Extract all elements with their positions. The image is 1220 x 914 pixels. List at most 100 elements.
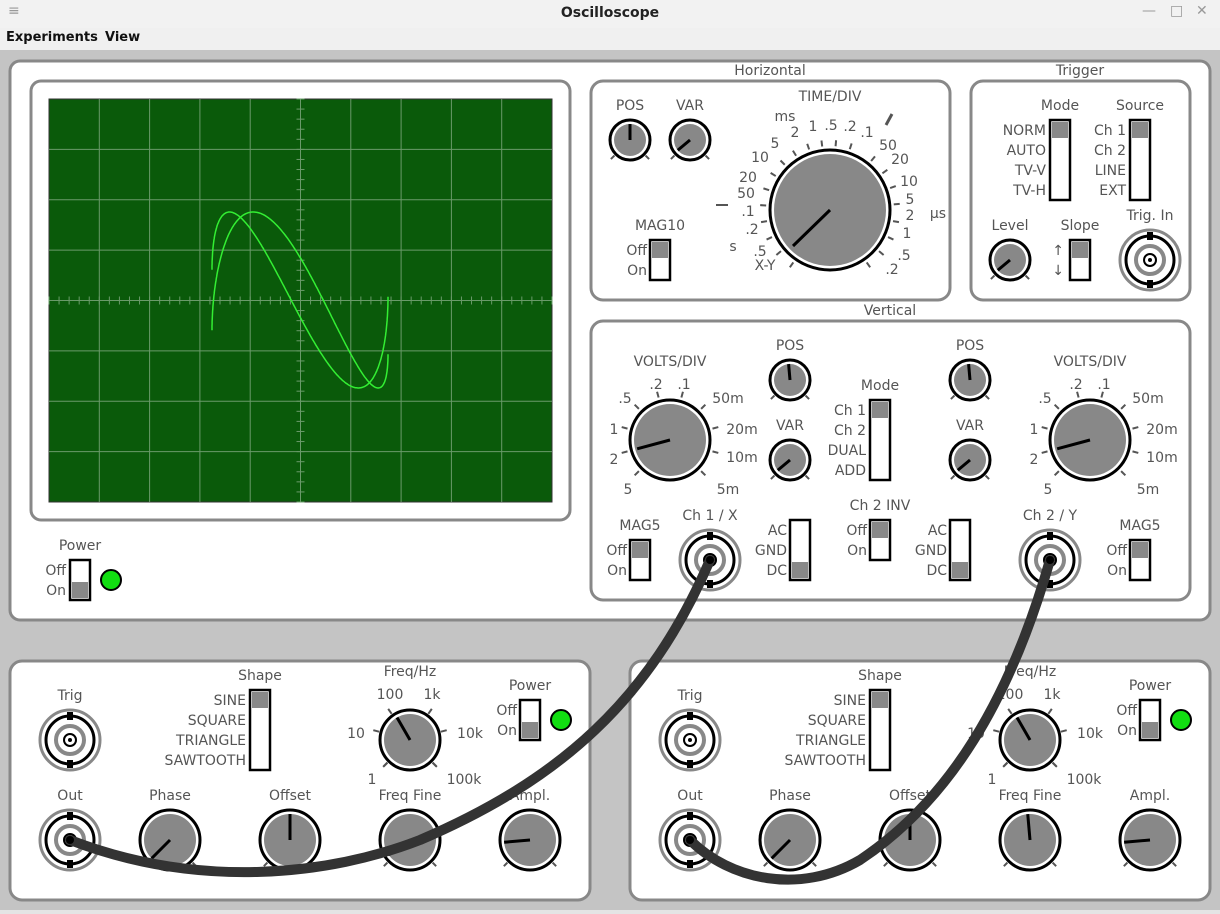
ch1-volts-div-label: VOLTS/DIV xyxy=(634,354,707,370)
gen-freq-tick: 1 xyxy=(988,772,997,788)
gen-ampl-knob[interactable] xyxy=(1120,810,1180,870)
gen-ampl-label: Ampl. xyxy=(1130,788,1170,804)
trig-in-connector[interactable] xyxy=(1120,230,1180,290)
ch1-var-knob[interactable] xyxy=(770,440,810,480)
trigger-mode-switch[interactable] xyxy=(1050,120,1070,200)
trig-in-label: Trig. In xyxy=(1126,208,1174,224)
vertical-mode-label: Mode xyxy=(861,378,899,394)
trigger-source-switch[interactable] xyxy=(1130,120,1150,200)
time-div-tick: 10 xyxy=(900,174,918,190)
gen-freq-knob[interactable] xyxy=(380,710,440,770)
ch1-plug xyxy=(706,556,714,564)
trigger-title: Trigger xyxy=(1055,63,1105,79)
gen-power-switch[interactable] xyxy=(520,700,540,740)
power-on-label: On xyxy=(46,583,66,599)
gen-freq-tick: 100 xyxy=(377,687,404,703)
gen-trig-connector[interactable] xyxy=(660,710,720,770)
gen-shape-option: SQUARE xyxy=(188,713,246,729)
trigger-mode-option: TV-V xyxy=(1014,163,1047,179)
gen-shape-option: SINE xyxy=(214,693,246,709)
gen-offset-knob[interactable] xyxy=(260,810,320,870)
vertical-title: Vertical xyxy=(864,303,916,319)
gen-freq-tick: 10 xyxy=(347,726,365,742)
gen-trig-connector[interactable] xyxy=(40,710,100,770)
gen-freq-fine-knob[interactable] xyxy=(1000,810,1060,870)
ch2-pos-knob[interactable] xyxy=(950,360,990,400)
maximize-icon[interactable]: □ xyxy=(1170,3,1183,19)
time-div-tick: .1 xyxy=(741,204,754,220)
window-title: Oscilloscope xyxy=(0,5,1220,21)
gen2-out-plug xyxy=(686,836,694,844)
gen-freq-knob[interactable] xyxy=(1000,710,1060,770)
trigger-source-label: Source xyxy=(1116,98,1164,114)
time-div-tick: .5 xyxy=(753,244,766,260)
ch1-pos-label: POS xyxy=(776,338,804,354)
ch1-coupling-option: AC xyxy=(768,523,787,539)
time-div-tick: 20 xyxy=(739,170,757,186)
h-var-knob[interactable] xyxy=(670,120,710,160)
ch2-mag5-label: MAG5 xyxy=(1119,518,1160,534)
slope-up-icon: ↑ xyxy=(1052,243,1064,259)
power-switch[interactable] xyxy=(70,560,90,600)
vertical-mode-switch[interactable] xyxy=(870,400,890,480)
ch2-volts-div-label: VOLTS/DIV xyxy=(1054,354,1127,370)
slope-switch[interactable] xyxy=(1070,240,1090,280)
ch2-plug xyxy=(1046,556,1054,564)
mag10-off: Off xyxy=(626,243,647,259)
gen-shape-switch[interactable] xyxy=(250,690,270,770)
menu-view[interactable]: View xyxy=(105,30,140,45)
trigger-mode-option: AUTO xyxy=(1007,143,1046,159)
ch2-inv-switch[interactable] xyxy=(870,520,890,560)
time-div-tick: 5 xyxy=(771,136,780,152)
time-div-tick: .1 xyxy=(860,125,873,141)
minimize-icon[interactable]: — xyxy=(1142,3,1156,19)
ch1-coupling-option: DC xyxy=(766,563,787,579)
volts-div-tick: 2 xyxy=(1030,452,1039,468)
ch2-mag5-on: On xyxy=(1107,563,1127,579)
time-div-tick: 1 xyxy=(809,119,818,135)
ch1-coupling-switch[interactable] xyxy=(790,520,810,580)
h-var-label: VAR xyxy=(676,98,704,114)
level-knob[interactable] xyxy=(990,240,1030,280)
gen-freq-tick: 1k xyxy=(1043,687,1061,703)
power-off-label: Off xyxy=(45,563,66,579)
time-div-tick: .2 xyxy=(745,222,758,238)
gen-ampl-knob[interactable] xyxy=(500,810,560,870)
gen-phase-knob[interactable] xyxy=(760,810,820,870)
gen-freq-tick: 100k xyxy=(1067,772,1103,788)
ch1-mag5-on: On xyxy=(607,563,627,579)
ch1-pos-knob[interactable] xyxy=(770,360,810,400)
gen-shape-label: Shape xyxy=(238,668,282,684)
h-pos-knob[interactable] xyxy=(610,120,650,160)
s-unit-label: s xyxy=(729,239,736,255)
time-div-tick: 50 xyxy=(737,186,755,202)
gen-freq-tick: 100k xyxy=(447,772,483,788)
menu-experiments[interactable]: Experiments xyxy=(6,30,98,45)
ch1-mag5-switch[interactable] xyxy=(630,540,650,580)
close-icon[interactable]: ✕ xyxy=(1196,3,1208,19)
time-div-tick: 1 xyxy=(903,226,912,242)
gen-power-switch[interactable] xyxy=(1140,700,1160,740)
mag10-switch[interactable] xyxy=(650,240,670,280)
vertical-mode-option: Ch 1 xyxy=(834,403,866,419)
gen-shape-switch[interactable] xyxy=(870,690,890,770)
gen-shape-option: SQUARE xyxy=(808,713,866,729)
ch1-mag5-label: MAG5 xyxy=(619,518,660,534)
instrument-canvas: Power Off On Horizontal POS VAR MAG10 Of… xyxy=(0,50,1220,910)
trigger-source-option: LINE xyxy=(1095,163,1126,179)
gen-freq-fine-label: Freq Fine xyxy=(999,788,1062,804)
gen-freq-fine-label: Freq Fine xyxy=(379,788,442,804)
vertical-mode-option: ADD xyxy=(835,463,866,479)
volts-div-tick: 5m xyxy=(1137,482,1160,498)
volts-div-tick: 10m xyxy=(1146,450,1177,466)
ch2-var-knob[interactable] xyxy=(950,440,990,480)
horizontal-title: Horizontal xyxy=(734,63,805,79)
gen-shape-label: Shape xyxy=(858,668,902,684)
volts-div-tick: .2 xyxy=(649,377,662,393)
time-div-tick: 5 xyxy=(906,192,915,208)
ch1-var-label: VAR xyxy=(776,418,804,434)
ch2-coupling-switch[interactable] xyxy=(950,520,970,580)
volts-div-tick: 5 xyxy=(1044,482,1053,498)
slope-down-icon: ↓ xyxy=(1052,263,1064,279)
ch2-mag5-switch[interactable] xyxy=(1130,540,1150,580)
